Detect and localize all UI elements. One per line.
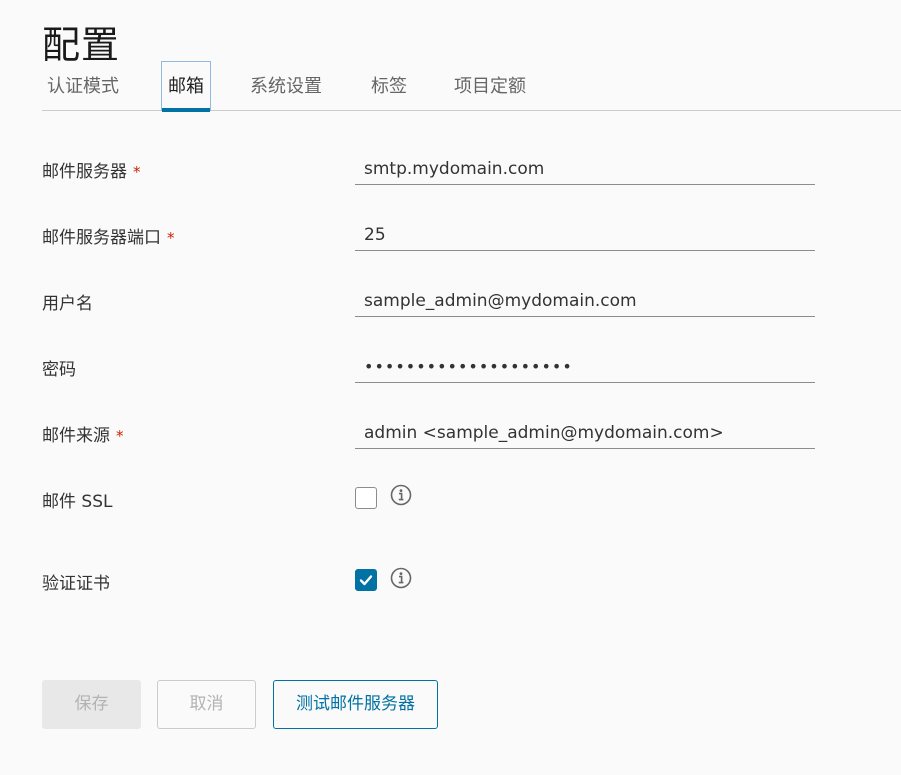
mail-ssl-label: 邮件 SSL — [42, 492, 113, 512]
mail-server-row: 邮件服务器 * — [42, 150, 822, 190]
username-label: 用户名 — [42, 294, 93, 314]
info-icon[interactable] — [390, 567, 412, 589]
checkmark-icon — [359, 575, 373, 586]
mail-ssl-checkbox[interactable] — [355, 487, 377, 509]
tab-labels[interactable]: 标签 — [371, 60, 407, 110]
password-row: 密码 — [42, 348, 822, 388]
tab-project-quota[interactable]: 项目定额 — [454, 60, 526, 110]
tab-email[interactable]: 邮箱 — [161, 61, 211, 112]
info-icon[interactable] — [390, 484, 412, 506]
verify-cert-checkbox[interactable] — [355, 569, 377, 591]
tab-auth-mode[interactable]: 认证模式 — [47, 60, 119, 110]
username-row: 用户名 — [42, 282, 822, 322]
required-marker: * — [133, 163, 141, 181]
save-button[interactable]: 保存 — [42, 680, 141, 729]
tab-system-settings[interactable]: 系统设置 — [250, 60, 322, 110]
tab-bar: 认证模式 邮箱 系统设置 标签 项目定额 — [42, 60, 901, 112]
mail-port-row: 邮件服务器端口 * — [42, 216, 822, 256]
mail-from-label: 邮件来源 * — [42, 426, 124, 446]
mail-port-label: 邮件服务器端口 * — [42, 228, 175, 248]
mail-from-input[interactable] — [355, 417, 815, 449]
required-marker: * — [167, 229, 175, 247]
mail-server-label: 邮件服务器 * — [42, 162, 141, 182]
verify-cert-label: 验证证书 — [42, 574, 110, 594]
password-input[interactable] — [355, 351, 815, 383]
mail-ssl-row: 邮件 SSL — [42, 480, 822, 520]
username-input[interactable] — [355, 285, 815, 317]
mail-server-input[interactable] — [355, 153, 815, 185]
mail-port-input[interactable] — [355, 219, 815, 251]
required-marker: * — [116, 427, 124, 445]
cancel-button[interactable]: 取消 — [157, 680, 256, 729]
password-label: 密码 — [42, 360, 76, 380]
verify-cert-row: 验证证书 — [42, 562, 822, 602]
test-mail-server-button[interactable]: 测试邮件服务器 — [273, 680, 438, 729]
mail-from-row: 邮件来源 * — [42, 414, 822, 454]
